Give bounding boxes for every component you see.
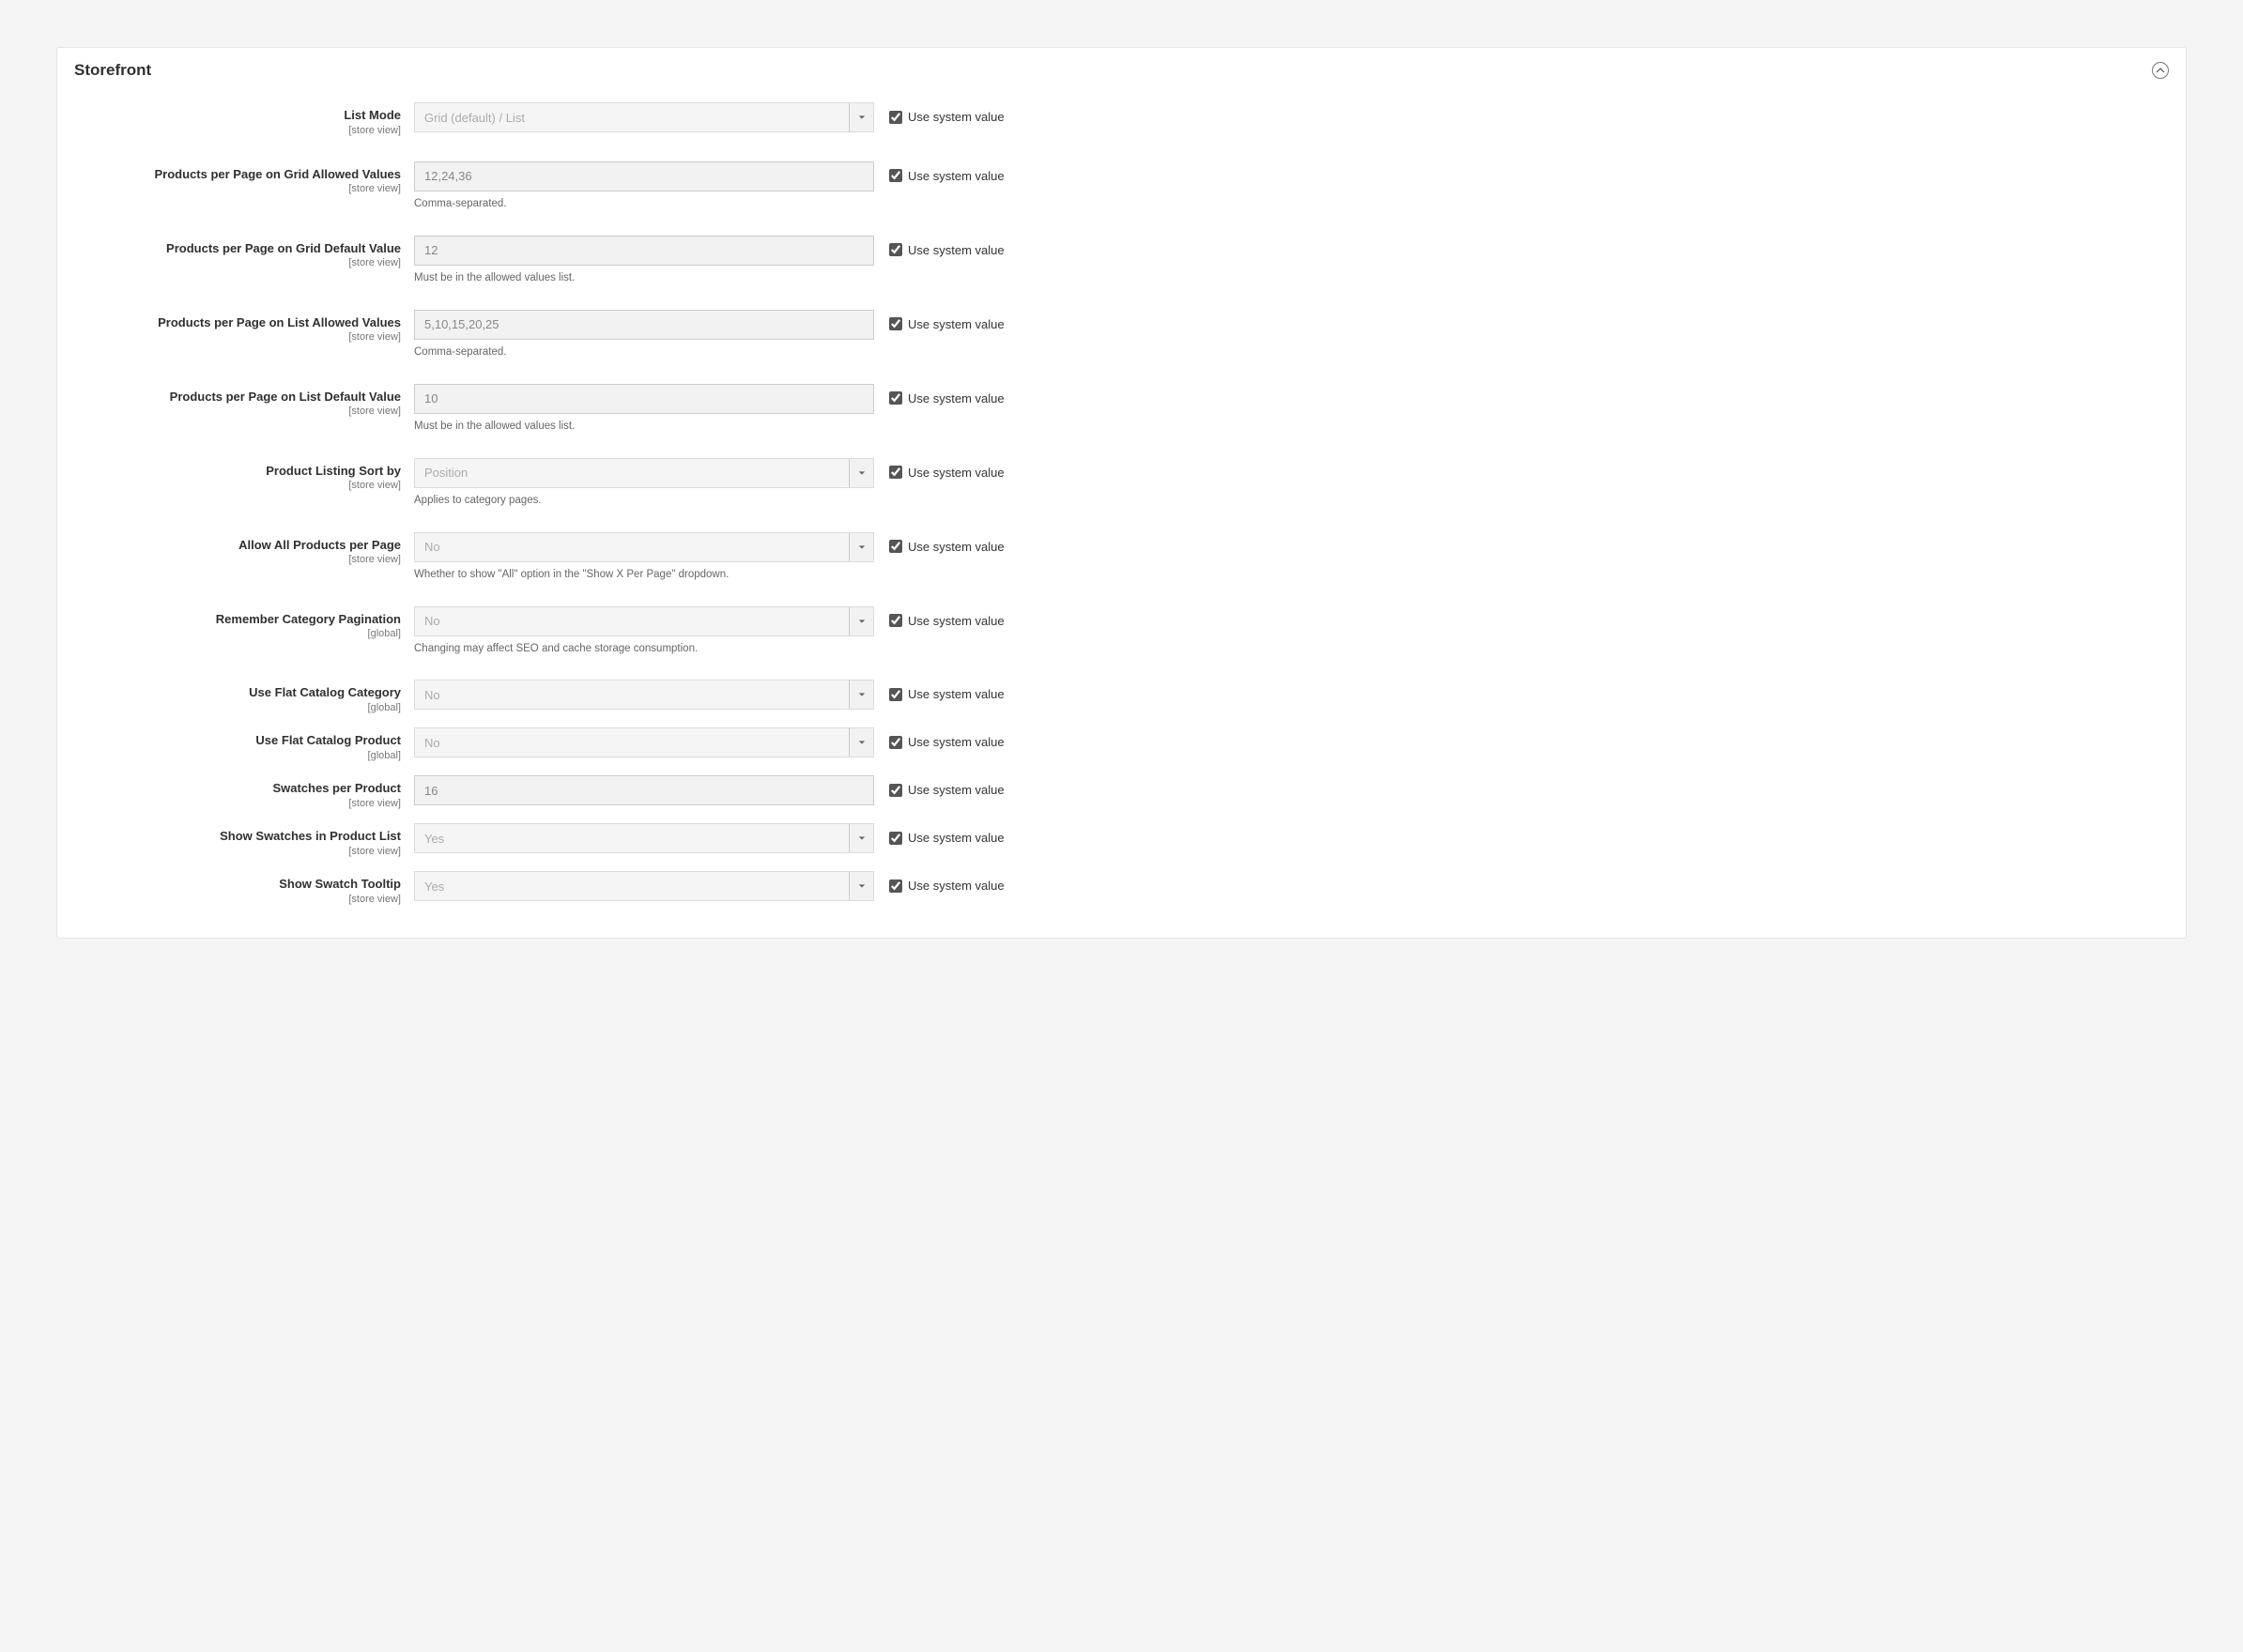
use-system-label: Use system value xyxy=(908,614,1005,628)
row-list-allowed: Products per Page on List Allowed Values… xyxy=(57,310,2186,384)
panel-header: Storefront xyxy=(57,48,2186,93)
grid-allowed-use-system-checkbox[interactable] xyxy=(889,169,902,182)
scope-label: [global] xyxy=(76,749,401,762)
scope-label: [store view] xyxy=(76,893,401,906)
list-mode-use-system-checkbox[interactable] xyxy=(889,111,902,124)
use-system-label: Use system value xyxy=(908,110,1005,124)
list-default-use-system-checkbox[interactable] xyxy=(889,391,902,405)
scope-label: [store view] xyxy=(76,182,401,195)
use-system-label: Use system value xyxy=(908,169,1005,183)
allow-all-use-system-checkbox[interactable] xyxy=(889,540,902,553)
label-list-allowed: Products per Page on List Allowed Values xyxy=(76,315,401,330)
allow-all-select[interactable]: No xyxy=(414,532,874,562)
storefront-panel: Storefront List Mode [store view] Grid (… xyxy=(56,47,2187,939)
list-allowed-use-system-checkbox[interactable] xyxy=(889,317,902,330)
flat-product-use-system-checkbox[interactable] xyxy=(889,736,902,749)
swatch-tooltip-select[interactable]: Yes xyxy=(414,871,874,901)
row-flat-product: Use Flat Catalog Product [global] No Use… xyxy=(57,727,2186,775)
grid-allowed-input[interactable] xyxy=(414,161,874,191)
label-col: List Mode [store view] xyxy=(76,102,414,137)
help-grid-default: Must be in the allowed values list. xyxy=(414,271,874,285)
row-swatches-per-product: Swatches per Product [store view] Use sy… xyxy=(57,775,2186,823)
use-system-label: Use system value xyxy=(908,879,1005,893)
label-list-default: Products per Page on List Default Value xyxy=(76,390,401,405)
swatch-tooltip-use-system-checkbox[interactable] xyxy=(889,880,902,893)
list-allowed-input[interactable] xyxy=(414,310,874,340)
scope-label: [store view] xyxy=(76,845,401,858)
grid-default-use-system-checkbox[interactable] xyxy=(889,243,902,256)
grid-default-input[interactable] xyxy=(414,236,874,266)
use-system-label: Use system value xyxy=(908,243,1005,257)
use-system-label: Use system value xyxy=(908,783,1005,797)
label-sort-by: Product Listing Sort by xyxy=(76,464,401,479)
flat-category-select[interactable]: No xyxy=(414,680,874,710)
use-system-label: Use system value xyxy=(908,735,1005,749)
scope-label: [store view] xyxy=(76,124,401,137)
swatches-in-list-use-system-checkbox[interactable] xyxy=(889,832,902,845)
row-grid-default: Products per Page on Grid Default Value … xyxy=(57,236,2186,310)
help-remember-pagination: Changing may affect SEO and cache storag… xyxy=(414,642,874,656)
swatches-in-list-select[interactable]: Yes xyxy=(414,823,874,853)
flat-product-select[interactable]: No xyxy=(414,727,874,757)
panel-title: Storefront xyxy=(74,61,151,80)
label-grid-allowed: Products per Page on Grid Allowed Values xyxy=(76,167,401,182)
collapse-toggle[interactable] xyxy=(2152,62,2169,79)
help-list-default: Must be in the allowed values list. xyxy=(414,420,874,434)
label-swatches-per-product: Swatches per Product xyxy=(76,781,401,796)
label-grid-default: Products per Page on Grid Default Value xyxy=(76,241,401,256)
list-mode-select[interactable]: Grid (default) / List xyxy=(414,102,874,132)
row-remember-pagination: Remember Category Pagination [global] No… xyxy=(57,606,2186,681)
use-system-label: Use system value xyxy=(908,391,1005,405)
help-sort-by: Applies to category pages. xyxy=(414,494,874,508)
label-flat-product: Use Flat Catalog Product xyxy=(76,733,401,748)
use-system-label: Use system value xyxy=(908,317,1005,331)
remember-pagination-use-system-checkbox[interactable] xyxy=(889,614,902,627)
row-list-default: Products per Page on List Default Value … xyxy=(57,384,2186,458)
use-system-label: Use system value xyxy=(908,540,1005,554)
scope-label: [global] xyxy=(76,627,401,640)
scope-label: [store view] xyxy=(76,553,401,566)
scope-label: [store view] xyxy=(76,479,401,492)
scope-label: [store view] xyxy=(76,330,401,344)
row-sort-by: Product Listing Sort by [store view] Pos… xyxy=(57,458,2186,532)
label-allow-all: Allow All Products per Page xyxy=(76,538,401,553)
row-flat-category: Use Flat Catalog Category [global] No Us… xyxy=(57,680,2186,727)
scope-label: [store view] xyxy=(76,256,401,269)
scope-label: [store view] xyxy=(76,797,401,810)
label-swatch-tooltip: Show Swatch Tooltip xyxy=(76,877,401,892)
help-allow-all: Whether to show "All" option in the "Sho… xyxy=(414,568,874,582)
row-swatch-tooltip: Show Swatch Tooltip [store view] Yes Use… xyxy=(57,871,2186,919)
label-list-mode: List Mode xyxy=(76,108,401,123)
row-swatches-in-list: Show Swatches in Product List [store vie… xyxy=(57,823,2186,871)
row-allow-all: Allow All Products per Page [store view]… xyxy=(57,532,2186,606)
scope-label: [store view] xyxy=(76,405,401,418)
use-system-label: Use system value xyxy=(908,831,1005,845)
remember-pagination-select[interactable]: No xyxy=(414,606,874,636)
swatches-per-product-use-system-checkbox[interactable] xyxy=(889,784,902,797)
scope-label: [global] xyxy=(76,701,401,714)
use-system-label: Use system value xyxy=(908,687,1005,701)
flat-category-use-system-checkbox[interactable] xyxy=(889,688,902,701)
use-system-label: Use system value xyxy=(908,466,1005,480)
help-grid-allowed: Comma-separated. xyxy=(414,197,874,211)
sort-by-select[interactable]: Position xyxy=(414,458,874,488)
help-list-allowed: Comma-separated. xyxy=(414,345,874,359)
sort-by-use-system-checkbox[interactable] xyxy=(889,466,902,479)
chevron-up-icon xyxy=(2156,66,2165,75)
form-body: List Mode [store view] Grid (default) / … xyxy=(57,93,2186,919)
swatches-per-product-input[interactable] xyxy=(414,775,874,805)
label-flat-category: Use Flat Catalog Category xyxy=(76,685,401,700)
label-swatches-in-list: Show Swatches in Product List xyxy=(76,829,401,844)
row-grid-allowed: Products per Page on Grid Allowed Values… xyxy=(57,161,2186,236)
row-list-mode: List Mode [store view] Grid (default) / … xyxy=(57,102,2186,161)
label-remember-pagination: Remember Category Pagination xyxy=(76,612,401,627)
list-default-input[interactable] xyxy=(414,384,874,414)
